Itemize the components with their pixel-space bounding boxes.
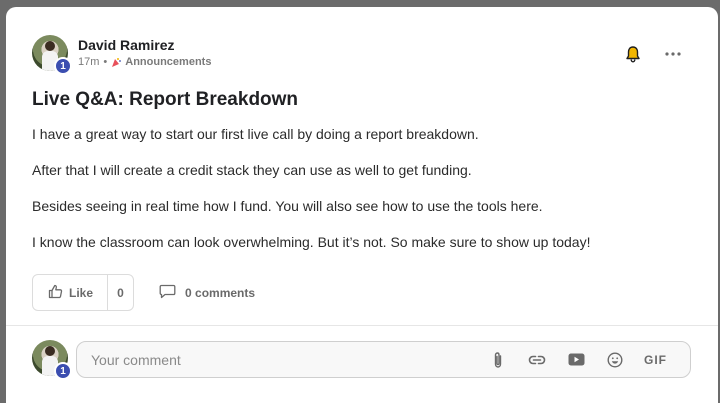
comment-input[interactable] [91, 351, 488, 368]
post-paragraph: I have a great way to start our first li… [32, 126, 479, 142]
level-badge: 1 [54, 57, 72, 75]
video-icon[interactable] [566, 350, 586, 370]
author-name[interactable]: David Ramirez [78, 37, 211, 53]
post-card: 1 David Ramirez 17m • Announcements Live [6, 7, 718, 403]
more-icon[interactable] [664, 45, 682, 63]
post-subline: 17m • Announcements [78, 56, 211, 68]
comments-label: 0 comments [185, 285, 256, 300]
composer-avatar-row: 1 [32, 340, 72, 380]
like-button[interactable]: Like [33, 275, 107, 310]
post-title: Live Q&A: Report Breakdown [32, 89, 299, 110]
comment-icon [159, 284, 176, 302]
composer-tools: GIF [488, 350, 668, 370]
like-box: Like 0 [32, 274, 135, 311]
post-actions: Like 0 0 comments [32, 274, 255, 311]
party-popper-icon [111, 57, 122, 68]
link-icon[interactable] [527, 350, 547, 370]
meta-separator: • [103, 56, 108, 68]
post-category[interactable]: Announcements [125, 56, 211, 68]
post-paragraph: I know the classroom can look overwhelmi… [32, 234, 591, 250]
paperclip-icon[interactable] [488, 350, 508, 370]
post-paragraph: After that I will create a credit stack … [32, 162, 472, 178]
level-badge: 1 [54, 362, 72, 380]
composer-avatar-wrap: 1 [32, 340, 72, 380]
post-meta: David Ramirez 17m • Announcements [78, 37, 211, 68]
like-label: Like [69, 285, 94, 300]
divider [6, 325, 718, 326]
comments-button[interactable]: 0 comments [159, 284, 255, 302]
post-body: I have a great way to start our first li… [32, 125, 692, 269]
post-top-actions [624, 45, 682, 63]
post-header: 1 David Ramirez 17m • Announcements [32, 35, 211, 75]
like-count[interactable]: 0 [107, 275, 133, 310]
comment-composer: GIF [76, 341, 691, 378]
author-avatar-wrap[interactable]: 1 [32, 35, 72, 75]
thumbs-up-icon [48, 284, 63, 302]
post-time: 17m [78, 56, 100, 68]
emoji-icon[interactable] [605, 350, 625, 370]
bell-icon[interactable] [624, 45, 642, 63]
post-paragraph: Besides seeing in real time how I fund. … [32, 198, 543, 214]
gif-button[interactable]: GIF [644, 353, 668, 367]
